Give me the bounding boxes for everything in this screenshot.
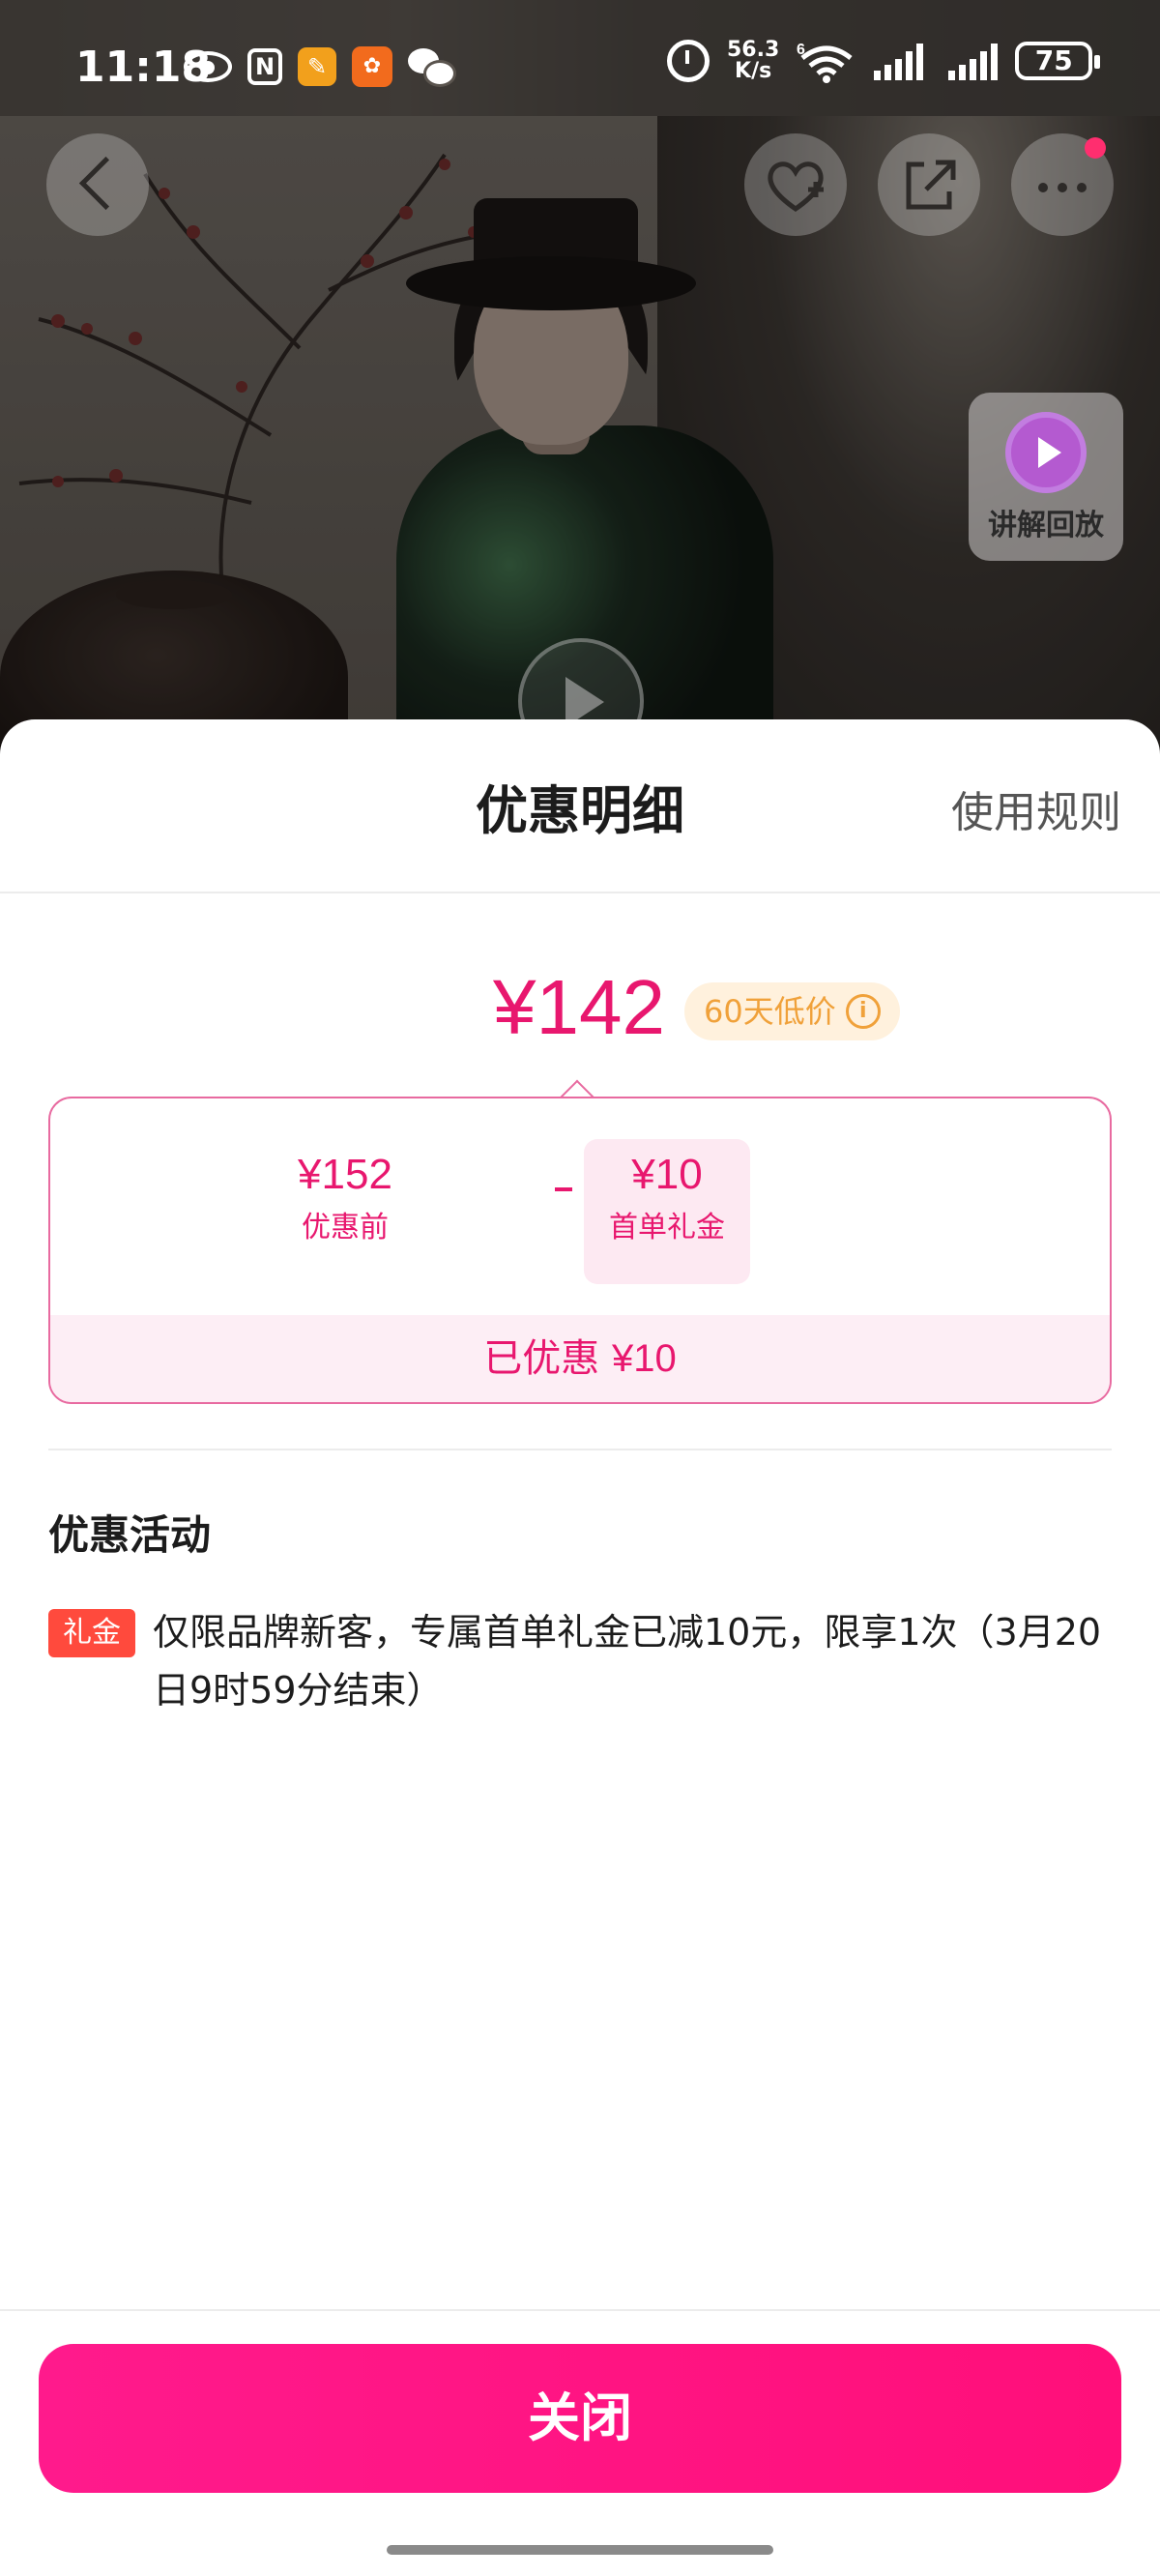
close-button[interactable]: 关闭 (39, 2344, 1121, 2493)
network-speed-value: 56.3 (727, 38, 780, 62)
signal-icon (874, 42, 924, 80)
network-speed: 56.3 K/s (727, 40, 779, 82)
gift-money-tag: 礼金 (48, 1609, 135, 1657)
total-saved: 已优惠 ¥10 (50, 1315, 1110, 1402)
original-price: ¥152 (298, 1151, 392, 1198)
divider (0, 2309, 1160, 2311)
favorite-add-icon (768, 161, 824, 213)
favorite-button[interactable] (744, 133, 847, 236)
share-icon (906, 160, 956, 210)
network-speed-unit: K/s (735, 59, 772, 83)
notification-dot (1085, 137, 1106, 159)
coupon-label: 首单礼金 (609, 1211, 725, 1244)
notification-icons: N ✎ ✿ (184, 46, 456, 87)
low-price-label: 60天低价 (704, 993, 836, 1030)
saved-label: 已优惠 (483, 1336, 600, 1381)
system-icons: 56.3 K/s 6 75 (667, 39, 1101, 83)
share-button[interactable] (878, 133, 980, 236)
coupon-block: ¥10 首单礼金 (584, 1139, 750, 1284)
app-notification-icon: ✿ (352, 46, 392, 87)
replay-icon (1005, 412, 1087, 493)
original-price-block: ¥152 优惠前 (234, 1151, 456, 1245)
signal-icon (948, 42, 999, 80)
info-icon[interactable]: i (845, 994, 881, 1029)
app-notification-icon: ✎ (298, 47, 336, 86)
promotion-description: 仅限品牌新客，专属首单礼金已减10元，限享1次（3月20日9时59分结束） (153, 1611, 1102, 1712)
promotions-title: 优惠活动 (48, 1511, 212, 1559)
eye-icon (184, 51, 232, 82)
divider (48, 1449, 1112, 1450)
coupon-amount: ¥10 (631, 1151, 703, 1198)
original-price-label: 优惠前 (302, 1211, 389, 1244)
divider (0, 892, 1160, 893)
minus-sign (555, 1187, 572, 1191)
wifi-icon: 6 (797, 42, 853, 83)
replay-label: 讲解回放 (988, 509, 1104, 542)
wechat-icon (408, 48, 456, 87)
usage-rules-link[interactable]: 使用规则 (951, 777, 1121, 839)
alarm-icon (667, 40, 710, 82)
saved-amount: ¥10 (611, 1337, 677, 1380)
low-price-badge[interactable]: 60天低价 i (684, 982, 900, 1040)
back-button[interactable] (46, 133, 149, 236)
nfc-icon: N (247, 48, 282, 85)
status-bar: 11:18 N ✎ ✿ 56.3 K/s 6 75 (0, 0, 1160, 116)
home-indicator[interactable] (387, 2545, 773, 2555)
battery-icon: 75 (1015, 42, 1101, 80)
discount-details-sheet: 优惠明细 使用规则 ¥142 60天低价 i ¥152 优惠前 ¥10 首单礼金… (0, 719, 1160, 2576)
replay-button[interactable]: 讲解回放 (969, 393, 1123, 561)
final-price: ¥142 (493, 964, 665, 1050)
price-breakdown: ¥152 优惠前 ¥10 首单礼金 已优惠 ¥10 (48, 1097, 1112, 1404)
